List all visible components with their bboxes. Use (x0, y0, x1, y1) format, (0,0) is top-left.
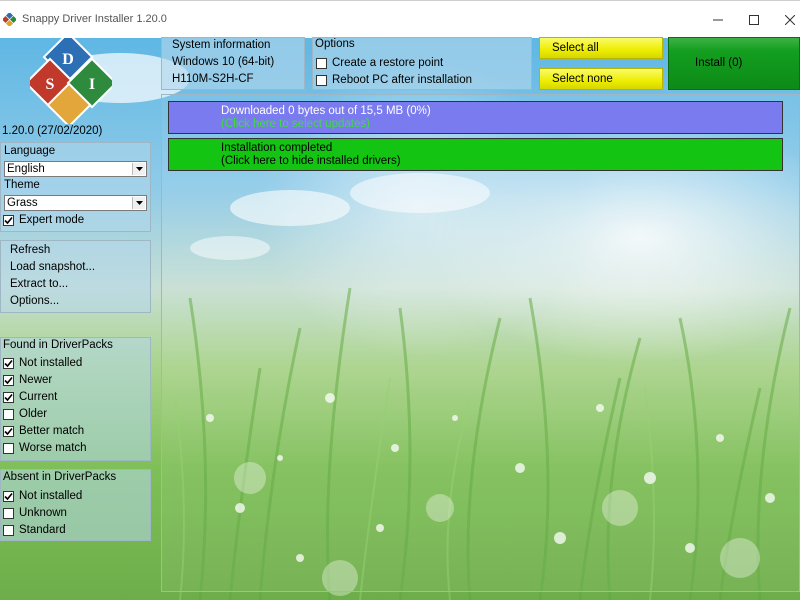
filter-current-checkbox[interactable]: Current (3, 389, 57, 405)
settings-panel: Language English Theme Grass Expert mode (0, 142, 151, 232)
select-all-button[interactable]: Select all (539, 37, 663, 59)
filter-newer-checkbox[interactable]: Newer (3, 372, 52, 388)
filter-label: Newer (19, 374, 53, 386)
minimize-icon (713, 19, 723, 21)
checkbox-unchecked-icon (3, 442, 14, 454)
language-value: English (7, 163, 45, 175)
filter-label: Standard (19, 524, 66, 536)
title-bar: Snappy Driver Installer 1.20.0 (0, 0, 800, 38)
select-none-label: Select none (552, 73, 613, 85)
app-icon (3, 13, 16, 26)
version-label: 1.20.0 (27/02/2020) (2, 125, 103, 137)
checkbox-checked-icon (3, 490, 14, 502)
filter-label: Unknown (19, 507, 67, 519)
checkbox-unchecked-icon (3, 507, 14, 519)
select-updates-link[interactable]: (Click here to select updates) (221, 118, 370, 130)
chevron-down-icon (132, 163, 145, 175)
svg-text:I: I (89, 76, 95, 93)
extract-to-link[interactable]: Extract to... (10, 278, 68, 290)
absent-unknown-checkbox[interactable]: Unknown (3, 505, 67, 521)
checkbox-checked-icon (3, 425, 14, 437)
checkbox-unchecked-icon (3, 524, 14, 536)
language-label: Language (4, 145, 56, 157)
select-all-label: Select all (552, 42, 599, 54)
found-in-driverpacks-title: Found in DriverPacks (3, 339, 113, 351)
filter-label: Older (19, 408, 48, 420)
window-title: Snappy Driver Installer 1.20.0 (22, 13, 167, 25)
expert-mode-checkbox[interactable]: Expert mode (3, 212, 84, 228)
found-in-driverpacks-panel: Found in DriverPacks Not installed Newer… (0, 337, 151, 461)
expert-mode-label: Expert mode (19, 214, 85, 226)
close-button[interactable] (772, 9, 800, 31)
hide-installed-link[interactable]: (Click here to hide installed drivers) (221, 155, 401, 167)
filter-worse-match-checkbox[interactable]: Worse match (3, 440, 87, 456)
checkbox-unchecked-icon (316, 74, 327, 86)
filter-label: Current (19, 391, 58, 403)
theme-label: Theme (4, 179, 40, 191)
checkbox-checked-icon (3, 357, 14, 369)
filter-older-checkbox[interactable]: Older (3, 406, 47, 422)
minimize-button[interactable] (700, 9, 736, 31)
restore-point-checkbox[interactable]: Create a restore point (316, 55, 443, 71)
download-status-bar[interactable]: Downloaded 0 bytes out of 15,5 MB (0%) (… (168, 101, 783, 134)
checkbox-checked-icon (3, 391, 14, 403)
load-snapshot-link[interactable]: Load snapshot... (10, 261, 95, 273)
select-none-button[interactable]: Select none (539, 68, 663, 90)
maximize-button[interactable] (736, 9, 772, 31)
close-icon (785, 15, 795, 25)
sdi-logo: D S I (24, 31, 118, 128)
checkbox-unchecked-icon (316, 57, 327, 69)
svg-text:S: S (46, 76, 55, 93)
chevron-down-icon (132, 197, 145, 209)
theme-value: Grass (7, 197, 38, 209)
install-label: Install (0) (695, 57, 743, 69)
download-status-text: Downloaded 0 bytes out of 15,5 MB (0%) (221, 105, 431, 117)
filter-label: Not installed (19, 490, 83, 502)
filter-label: Worse match (19, 442, 87, 454)
svg-text:D: D (62, 51, 74, 68)
checkbox-unchecked-icon (3, 408, 14, 420)
refresh-link[interactable]: Refresh (10, 244, 50, 256)
options-link[interactable]: Options... (10, 295, 59, 307)
installation-status-bar[interactable]: Installation completed (Click here to hi… (168, 138, 783, 171)
os-label: Windows 10 (64-bit) (172, 56, 275, 68)
filter-label: Better match (19, 425, 85, 437)
motherboard-label: H110M-S2H-CF (172, 73, 254, 85)
system-info-panel[interactable]: System information Windows 10 (64-bit) H… (161, 37, 305, 90)
maximize-icon (749, 15, 759, 25)
absent-not-installed-checkbox[interactable]: Not installed (3, 488, 82, 504)
checkbox-checked-icon (3, 214, 14, 226)
restore-point-label: Create a restore point (332, 57, 444, 69)
language-select[interactable]: English (4, 161, 147, 177)
absent-standard-checkbox[interactable]: Standard (3, 522, 66, 538)
filter-better-match-checkbox[interactable]: Better match (3, 423, 84, 439)
filter-label: Not installed (19, 357, 83, 369)
checkbox-checked-icon (3, 374, 14, 386)
reboot-label: Reboot PC after installation (332, 74, 472, 86)
options-panel: Options Create a restore point Reboot PC… (312, 37, 532, 90)
options-title: Options (315, 38, 355, 50)
absent-in-driverpacks-panel: Absent in DriverPacks Not installed Unkn… (0, 469, 151, 541)
absent-in-driverpacks-title: Absent in DriverPacks (3, 471, 117, 483)
system-info-title: System information (172, 39, 271, 51)
filter-not-installed-checkbox[interactable]: Not installed (3, 355, 82, 371)
theme-select[interactable]: Grass (4, 195, 147, 211)
installation-status-text: Installation completed (221, 142, 333, 154)
actions-panel: Refresh Load snapshot... Extract to... O… (0, 240, 151, 313)
install-button[interactable]: Install (0) (668, 37, 800, 90)
reboot-checkbox[interactable]: Reboot PC after installation (316, 72, 472, 88)
